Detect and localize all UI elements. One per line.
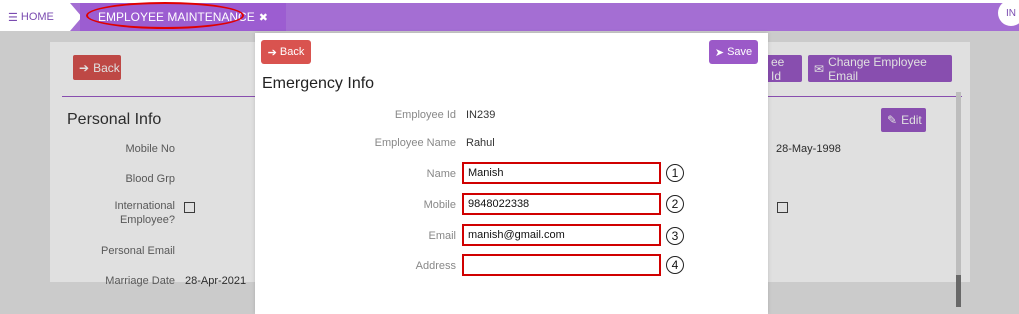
marker-2: 2 bbox=[666, 195, 684, 213]
employee-name-label: Employee Name bbox=[374, 137, 456, 149]
mobile-field[interactable]: 9848022338 bbox=[462, 193, 661, 215]
name-label: Name bbox=[426, 168, 456, 180]
save-label: Save bbox=[727, 46, 753, 58]
modal-back-label: Back bbox=[279, 46, 305, 58]
save-button[interactable]: ➤ Save bbox=[709, 40, 758, 64]
modal-back-button[interactable]: ➔ Back bbox=[261, 40, 311, 64]
top-nav: ☰ HOME EMPLOYEE MAINTENANCE ✖ IN bbox=[0, 0, 1019, 31]
marker-1: 1 bbox=[666, 164, 684, 182]
emergency-info-modal: ➔ Back ➤ Save Emergency Info Employee Id… bbox=[255, 33, 768, 314]
address-field[interactable] bbox=[462, 254, 661, 276]
email-field[interactable]: manish@gmail.com bbox=[462, 224, 661, 246]
name-field[interactable]: Manish bbox=[462, 162, 661, 184]
employee-name-value: Rahul bbox=[466, 137, 495, 149]
marker-3: 3 bbox=[666, 227, 684, 245]
employee-id-label: Employee Id bbox=[394, 109, 456, 121]
menu-icon: ☰ bbox=[8, 11, 18, 24]
paper-plane-icon: ➤ bbox=[714, 46, 725, 59]
home-tab-label: HOME bbox=[20, 11, 54, 23]
avatar[interactable]: IN bbox=[998, 0, 1019, 26]
home-tab[interactable]: ☰ HOME bbox=[0, 3, 82, 31]
marker-4: 4 bbox=[666, 256, 684, 274]
address-label: Address bbox=[415, 260, 456, 272]
annotation-ellipse bbox=[86, 2, 244, 29]
mobile-label: Mobile bbox=[423, 199, 456, 211]
employee-id-value: IN239 bbox=[466, 109, 496, 121]
email-label: Email bbox=[428, 230, 456, 242]
arrow-left-circle-icon: ➔ bbox=[267, 46, 277, 59]
close-icon[interactable]: ✖ bbox=[259, 11, 268, 24]
modal-title: Emergency Info bbox=[262, 75, 375, 92]
